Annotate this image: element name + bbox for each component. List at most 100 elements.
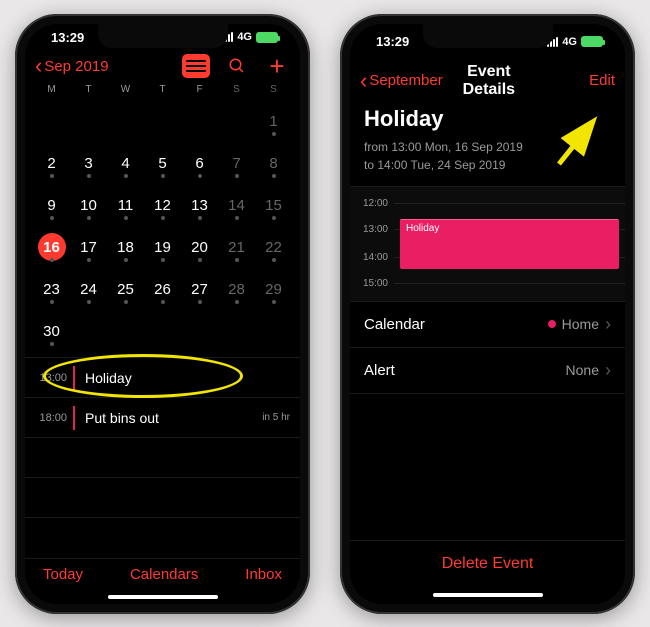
- timeline[interactable]: 12:0013:00Holiday14:0015:00: [350, 187, 625, 302]
- day-cell[interactable]: 18: [107, 227, 144, 267]
- day-cell: [255, 311, 292, 351]
- back-label: September: [369, 72, 442, 89]
- day-cell[interactable]: 28: [218, 269, 255, 309]
- day-cell: [218, 311, 255, 351]
- day-cell: [70, 101, 107, 141]
- calendar-screen: 13:29 4G ‹ Sep 2019 + MTWTF: [25, 24, 300, 604]
- battery-icon: [256, 32, 278, 43]
- day-cell[interactable]: 20: [181, 227, 218, 267]
- day-cell[interactable]: 19: [144, 227, 181, 267]
- iphone-right: 13:29 4G ‹ September Event Details Edit: [340, 14, 635, 614]
- add-event-button[interactable]: +: [264, 53, 290, 79]
- network-label: 4G: [237, 31, 252, 43]
- event-details-screen: 13:29 4G ‹ September Event Details Edit: [350, 24, 625, 604]
- day-cell[interactable]: 3: [70, 143, 107, 183]
- event-title: Holiday: [364, 106, 611, 132]
- alert-row[interactable]: Alert None ›: [350, 348, 625, 394]
- event-time: 13:00: [25, 372, 73, 384]
- day-cell[interactable]: 5: [144, 143, 181, 183]
- back-button[interactable]: ‹ Sep 2019: [35, 55, 109, 77]
- calendar-color-dot: [548, 320, 556, 328]
- day-cell[interactable]: 30: [33, 311, 70, 351]
- event-time: 18:00: [25, 412, 73, 424]
- notch: [423, 24, 553, 48]
- event-to: to 14:00 Tue, 24 Sep 2019: [364, 156, 611, 174]
- day-cell: [144, 101, 181, 141]
- weekday: T: [144, 84, 181, 95]
- calendars-button[interactable]: Calendars: [130, 566, 198, 583]
- search-button[interactable]: [224, 53, 250, 79]
- day-cell: [181, 311, 218, 351]
- network-label: 4G: [562, 36, 577, 48]
- day-cell[interactable]: 25: [107, 269, 144, 309]
- weekday: S: [255, 84, 292, 95]
- event-row[interactable]: 18:00Put bins outin 5 hr: [25, 398, 300, 438]
- nav-title: Event Details: [443, 63, 535, 99]
- search-icon: [228, 57, 246, 75]
- event-color-bar: [73, 366, 75, 390]
- day-cell[interactable]: 21: [218, 227, 255, 267]
- spacer: [350, 394, 625, 540]
- day-cell[interactable]: 8: [255, 143, 292, 183]
- calendar-row[interactable]: Calendar Home ›: [350, 302, 625, 348]
- delete-event-button[interactable]: Delete Event: [350, 540, 625, 586]
- day-cell: [107, 101, 144, 141]
- day-cell[interactable]: 16: [33, 227, 70, 267]
- chevron-left-icon: ‹: [360, 70, 367, 92]
- timeline-event-block[interactable]: Holiday: [400, 219, 619, 269]
- day-cell[interactable]: 11: [107, 185, 144, 225]
- day-cell[interactable]: 24: [70, 269, 107, 309]
- weekday: F: [181, 84, 218, 95]
- day-cell[interactable]: 26: [144, 269, 181, 309]
- weekday-row: MTWTFSS: [25, 82, 300, 101]
- back-button[interactable]: ‹ September: [360, 70, 443, 92]
- day-cell[interactable]: 1: [255, 101, 292, 141]
- empty-row: [25, 518, 300, 558]
- empty-row: [25, 478, 300, 518]
- day-cell: [33, 101, 70, 141]
- day-cell[interactable]: 23: [33, 269, 70, 309]
- day-cell[interactable]: 7: [218, 143, 255, 183]
- home-indicator[interactable]: [350, 586, 625, 604]
- calendar-value: Home: [562, 316, 599, 332]
- edit-button[interactable]: Edit: [589, 72, 615, 89]
- day-cell[interactable]: 27: [181, 269, 218, 309]
- event-title: Holiday: [85, 370, 290, 386]
- nav-bar: ‹ Sep 2019 +: [25, 51, 300, 83]
- chevron-right-icon: ›: [605, 314, 611, 335]
- bottom-toolbar: Today Calendars Inbox: [25, 558, 300, 590]
- chevron-right-icon: ›: [605, 360, 611, 381]
- battery-icon: [581, 36, 603, 47]
- day-cell[interactable]: 12: [144, 185, 181, 225]
- weekday: W: [107, 84, 144, 95]
- day-cell[interactable]: 17: [70, 227, 107, 267]
- day-cell: [218, 101, 255, 141]
- day-cell[interactable]: 15: [255, 185, 292, 225]
- event-countdown: in 5 hr: [262, 412, 300, 423]
- day-cell: [181, 101, 218, 141]
- today-button[interactable]: Today: [43, 566, 83, 583]
- inbox-button[interactable]: Inbox: [245, 566, 282, 583]
- event-color-bar: [73, 406, 75, 430]
- status-right: 4G: [547, 36, 603, 48]
- day-cell: [107, 311, 144, 351]
- day-cell[interactable]: 9: [33, 185, 70, 225]
- iphone-left: 13:29 4G ‹ Sep 2019 + MTWTF: [15, 14, 310, 614]
- day-cell[interactable]: 22: [255, 227, 292, 267]
- day-cell[interactable]: 13: [181, 185, 218, 225]
- timeline-hour: 12:00: [350, 191, 625, 217]
- weekday: M: [33, 84, 70, 95]
- event-list: 13:00 Holiday 18:00Put bins outin 5 hr: [25, 358, 300, 558]
- nav-bar: ‹ September Event Details Edit: [350, 60, 625, 102]
- day-cell[interactable]: 6: [181, 143, 218, 183]
- event-header: Holiday from 13:00 Mon, 16 Sep 2019 to 1…: [350, 102, 625, 187]
- empty-row: [25, 438, 300, 478]
- day-cell[interactable]: 10: [70, 185, 107, 225]
- day-cell[interactable]: 4: [107, 143, 144, 183]
- view-toggle-button[interactable]: [182, 54, 210, 78]
- event-row[interactable]: 13:00 Holiday: [25, 358, 300, 398]
- day-cell[interactable]: 2: [33, 143, 70, 183]
- home-indicator[interactable]: [25, 590, 300, 604]
- day-cell[interactable]: 29: [255, 269, 292, 309]
- day-cell[interactable]: 14: [218, 185, 255, 225]
